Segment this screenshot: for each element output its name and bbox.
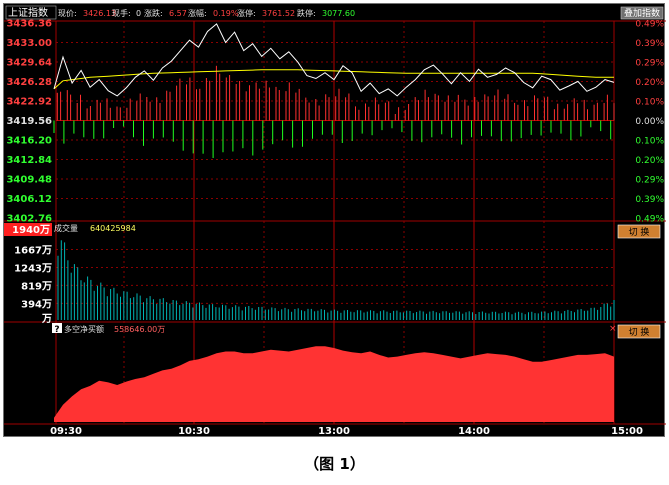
volume-bars <box>57 240 615 320</box>
change-value: 6.57 <box>169 9 187 18</box>
volume-title: 成交量 <box>54 223 78 233</box>
pct-tick-label: 0.29% <box>635 59 664 69</box>
time-tick-label: 14:00 <box>458 426 490 437</box>
pct-tick-label: 0.00% <box>635 117 664 127</box>
price-tick-label: 3402.76 <box>6 214 52 225</box>
volume-tick-label: 万 <box>41 313 52 325</box>
net-buy-area <box>54 346 614 422</box>
volume-value: 640425984 <box>90 224 136 233</box>
limit-down-label: 跌停: <box>297 8 316 18</box>
price-tick-label: 3429.64 <box>6 58 52 69</box>
price-tick-label: 3412.84 <box>6 155 52 166</box>
volume-tick-label: 1667万 <box>14 245 52 257</box>
price-tick-label: 3406.12 <box>6 194 52 205</box>
hand-label: 现手: <box>112 8 131 18</box>
price-tick-label: 3419.56 <box>6 116 52 127</box>
price-tick-label: 3436.36 <box>6 19 52 30</box>
time-tick-label: 10:30 <box>178 426 210 437</box>
index-name: 上证指数 <box>8 6 48 19</box>
limit-down-value: 3077.60 <box>322 9 355 18</box>
price-tick-label: 3422.92 <box>6 97 52 108</box>
pct-tick-label: 0.39% <box>635 195 664 205</box>
close-icon[interactable]: × <box>609 324 617 334</box>
pct-tick-label: 0.49% <box>635 20 664 30</box>
volume-tick-label: 819万 <box>21 280 52 292</box>
pct-tick-label: 0.10% <box>635 98 664 108</box>
header-quote-items: 现价: 3426.13 现手: 0 涨跌: 6.57 涨幅: 0.19% 涨停:… <box>58 8 355 18</box>
pct-tick-label: 0.29% <box>635 176 664 186</box>
price-label: 现价: <box>58 9 77 18</box>
pct-tick-label: 0.20% <box>635 156 664 166</box>
pct-value: 0.19% <box>213 9 239 18</box>
change-label: 涨跌: <box>144 8 163 18</box>
limit-up-label: 涨停: <box>237 8 256 18</box>
pct-tick-label: 0.10% <box>635 137 664 147</box>
price-tick-label: 3433.00 <box>6 38 52 49</box>
net-buy-value: 558646.00万 <box>114 325 165 334</box>
price-axis: 3436.36 0.49% 3433.00 0.39% 3429.64 0.29% 3426… <box>6 19 664 225</box>
hand-value: 0 <box>136 9 141 18</box>
overlay-index-button-label: 叠加指数 <box>624 7 660 19</box>
volume-tick-label: 1243万 <box>14 262 52 274</box>
intraday-chart-svg: 上证指数 现价: 3426.13 现手: 0 涨跌: 6.57 涨幅: 0.19… <box>4 5 666 437</box>
limit-up-value: 3761.52 <box>262 9 295 18</box>
pct-label: 涨幅: <box>188 8 207 18</box>
price-tick-label: 3426.28 <box>6 77 52 88</box>
pct-tick-label: 0.49% <box>635 215 664 225</box>
quote-chart-frame: 上证指数 现价: 3426.13 现手: 0 涨跌: 6.57 涨幅: 0.19… <box>3 3 666 437</box>
volume-tick-label: 394万 <box>21 298 52 310</box>
volume-switch-button-label: 切 换 <box>629 226 650 238</box>
volume-axis: 1667万 1243万 819万 394万万 <box>14 245 52 325</box>
time-tick-label: 09:30 <box>50 426 82 437</box>
time-tick-label: 15:00 <box>611 426 643 437</box>
time-tick-label: 13:00 <box>318 426 350 437</box>
net-buy-title: 多空净买额 <box>64 324 104 334</box>
price-tick-label: 3409.48 <box>6 175 52 186</box>
pct-tick-label: 0.39% <box>635 39 664 49</box>
help-icon-glyph: ? <box>54 325 59 335</box>
volume-max-label: 1940万 <box>12 224 50 236</box>
pct-tick-label: 0.20% <box>635 78 664 88</box>
net-buy-switch-button-label: 切 换 <box>629 326 650 338</box>
price-tick-label: 3416.20 <box>6 136 52 147</box>
figure-caption: （图 1） <box>304 455 365 473</box>
net-buy-area-fill <box>54 346 614 422</box>
time-axis: 09:30 10:30 13:00 14:00 15:00 <box>50 426 643 437</box>
